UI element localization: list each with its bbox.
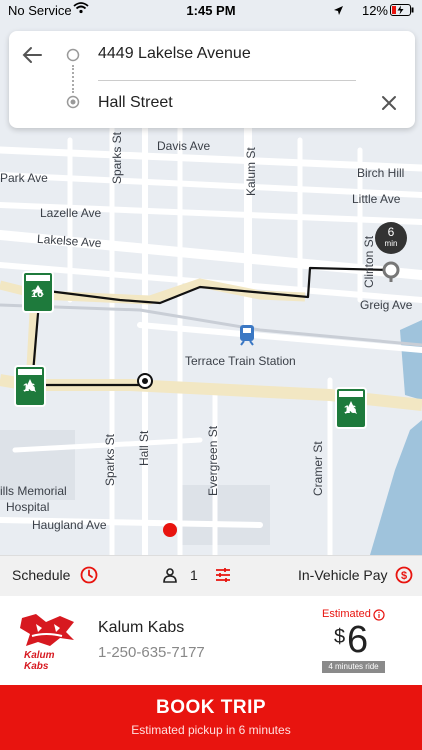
highway-number: 16: [31, 288, 44, 300]
highway-number: 16: [23, 382, 36, 394]
options-bar: Schedule 1 In-Vehicle Pay $: [0, 555, 422, 597]
kalum-kabs-logo: Kalum Kabs: [16, 612, 78, 672]
battery-percent: 12%: [361, 3, 388, 18]
pickup-estimate: Estimated pickup in 6 minutes: [131, 723, 291, 737]
poi-label-hospital: ills Memorial: [0, 484, 67, 498]
back-arrow-icon[interactable]: [21, 44, 43, 71]
street-label: Sparks St: [110, 131, 124, 184]
street-label: Lazelle Ave: [40, 206, 102, 220]
highway-number: 16: [344, 404, 357, 416]
street-label: Sparks St: [103, 433, 117, 486]
price-value: 6: [347, 619, 369, 661]
route-search-card: 4449 Lakelse Avenue Hall Street: [9, 31, 415, 128]
filter-sliders-icon[interactable]: [214, 566, 232, 587]
cab-name: Kalum Kabs: [98, 619, 185, 636]
street-label: Greig Ave: [360, 298, 413, 312]
battery-icon: [390, 4, 414, 19]
map-block: [180, 485, 270, 545]
origin-field[interactable]: 4449 Lakelse Avenue: [98, 45, 251, 63]
price-currency: $: [334, 626, 346, 648]
passenger-count[interactable]: 1: [190, 567, 198, 583]
clock: 1:45 PM: [186, 3, 236, 18]
ride-length-badge: 4 minutes ride: [322, 661, 385, 673]
street-label: Birch Hill: [357, 166, 405, 180]
street-label: Davis Ave: [157, 139, 211, 153]
destination-dot-icon: [66, 95, 80, 114]
passenger-icon[interactable]: [162, 567, 178, 586]
clear-destination-icon[interactable]: [381, 95, 397, 116]
current-location-dot: [163, 523, 177, 537]
payment-label[interactable]: In-Vehicle Pay: [298, 567, 388, 583]
book-trip-button[interactable]: BOOK TRIP Estimated pickup in 6 minutes: [0, 685, 422, 750]
destination-field[interactable]: Hall Street: [98, 94, 173, 112]
train-station-icon: [240, 325, 254, 346]
book-trip-label: BOOK TRIP: [155, 697, 267, 718]
river-water: [370, 420, 422, 555]
status-bar: No Service 1:45 PM 12%: [0, 0, 422, 22]
payment-dollar-icon[interactable]: $: [395, 566, 413, 587]
logo-text: Kalum Kabs: [24, 650, 55, 672]
street-label: Haugland Ave: [32, 518, 107, 532]
eta-badge: 6 min: [375, 222, 407, 254]
street-label: Evergreen St: [206, 425, 220, 496]
street-label: Park Ave: [0, 171, 48, 185]
street-label: Cramer St: [311, 441, 325, 496]
divider: [98, 80, 356, 81]
street-label: Kalum St: [244, 147, 258, 196]
street-label: Hall St: [137, 430, 151, 466]
street-label: Little Ave: [352, 192, 401, 206]
railway-line: [0, 303, 422, 347]
street-label: Clinton St: [362, 235, 376, 288]
svg-text:$: $: [401, 570, 407, 582]
eta-value: 6: [387, 225, 395, 239]
poi-label-hospital: Hospital: [6, 500, 50, 514]
river-water: [400, 320, 422, 400]
schedule-label[interactable]: Schedule: [12, 567, 70, 583]
cab-phone[interactable]: 1-250-635-7177: [98, 644, 205, 661]
cab-provider-card[interactable]: Kalum Kabs Kalum Kabs 1-250-635-7177 Est…: [0, 596, 422, 685]
location-arrow-icon: [333, 4, 344, 19]
poi-label-station: Terrace Train Station: [185, 354, 296, 368]
clock-icon[interactable]: [80, 566, 98, 587]
info-icon[interactable]: [373, 608, 385, 626]
eta-unit: min: [384, 239, 398, 248]
route-connector: [72, 65, 76, 93]
